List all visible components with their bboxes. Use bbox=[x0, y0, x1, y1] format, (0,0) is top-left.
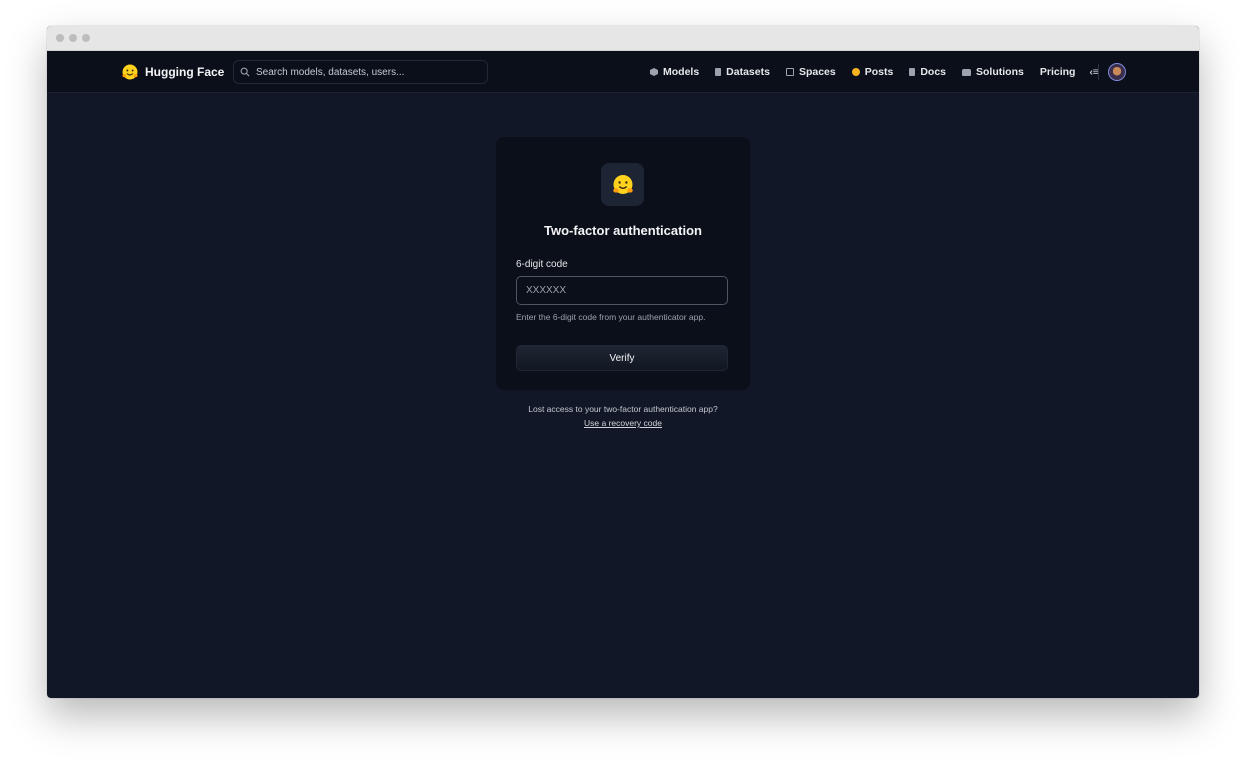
brand-link[interactable]: Hugging Face bbox=[121, 63, 224, 81]
hugging-face-logo-icon bbox=[612, 174, 633, 194]
document-icon bbox=[909, 68, 916, 76]
hugging-face-logo-icon bbox=[122, 64, 138, 80]
nav-item-label: Posts bbox=[864, 66, 894, 78]
nav-item-label: Spaces bbox=[798, 66, 836, 78]
page-title: Two-factor authentication bbox=[544, 223, 702, 238]
nav-item-label: Pricing bbox=[1039, 66, 1076, 78]
nav-item-posts[interactable]: Posts bbox=[851, 66, 894, 78]
window-minimize-dot[interactable] bbox=[69, 34, 77, 42]
nav-item-label: Docs bbox=[920, 66, 947, 78]
database-icon bbox=[715, 68, 722, 76]
nav-item-docs[interactable]: Docs bbox=[909, 66, 946, 78]
user-avatar[interactable] bbox=[1108, 63, 1126, 81]
search-input[interactable] bbox=[256, 66, 476, 78]
nav-item-spaces[interactable]: Spaces bbox=[785, 66, 836, 78]
window-maximize-dot[interactable] bbox=[82, 34, 90, 42]
recovery-link-row: Use a recovery code bbox=[496, 418, 750, 428]
code-helper-text: Enter the 6-digit code from your authent… bbox=[516, 312, 706, 322]
brand-name: Hugging Face bbox=[145, 65, 225, 79]
recovery-code-link[interactable]: Use a recovery code bbox=[584, 418, 662, 428]
code-field-label: 6-digit code bbox=[516, 259, 568, 270]
grid-icon bbox=[785, 68, 794, 76]
lost-access-text: Lost access to your two-factor authentic… bbox=[528, 404, 718, 414]
two-factor-card: Two-factor authentication 6-digit code E… bbox=[496, 137, 750, 390]
verify-button[interactable]: Verify bbox=[516, 345, 728, 371]
nav-divider bbox=[1098, 64, 1099, 80]
window-close-dot[interactable] bbox=[56, 34, 64, 42]
card-logo bbox=[601, 163, 644, 206]
browser-window: Hugging Face Models Datasets Spaces bbox=[47, 26, 1199, 698]
nav-item-models[interactable]: Models bbox=[650, 66, 699, 78]
chat-bubble-icon bbox=[851, 68, 860, 76]
nav-item-datasets[interactable]: Datasets bbox=[715, 66, 770, 78]
nav-item-label: Solutions bbox=[976, 66, 1024, 78]
nav-item-label: Datasets bbox=[726, 66, 770, 78]
briefcase-icon bbox=[962, 68, 972, 76]
search-icon bbox=[240, 67, 250, 77]
window-titlebar bbox=[47, 26, 1199, 51]
search-box[interactable] bbox=[233, 60, 488, 84]
code-input[interactable] bbox=[516, 276, 728, 305]
top-navbar: Hugging Face Models Datasets Spaces bbox=[47, 51, 1199, 93]
cube-icon bbox=[650, 68, 658, 76]
nav-links: Models Datasets Spaces Posts Docs Soluti… bbox=[650, 51, 1099, 93]
nav-item-label: Models bbox=[663, 66, 700, 78]
nav-item-solutions[interactable]: Solutions bbox=[962, 66, 1024, 78]
nav-item-pricing[interactable]: Pricing bbox=[1040, 66, 1076, 78]
